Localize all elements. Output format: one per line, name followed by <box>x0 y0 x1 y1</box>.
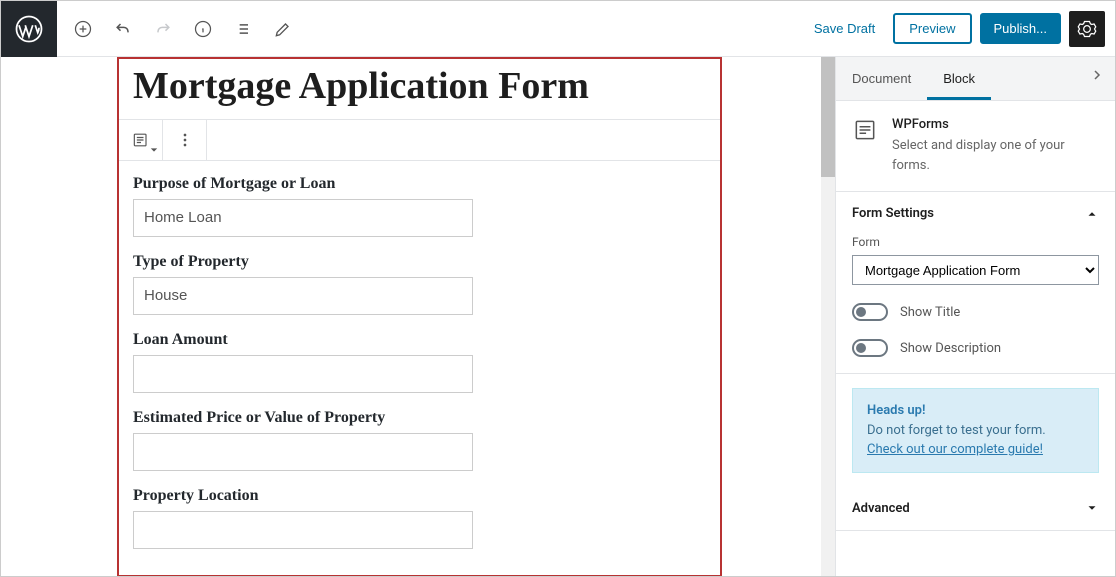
form-field: Loan Amount <box>133 331 706 393</box>
toggle-label: Show Title <box>900 305 960 320</box>
panel-advanced: Advanced <box>836 487 1115 531</box>
form-field: Estimated Price or Value of Property <box>133 409 706 471</box>
panel-title: Advanced <box>852 501 910 516</box>
add-block-button[interactable] <box>65 11 101 47</box>
notice-box: Heads up! Do not forget to test your for… <box>852 388 1099 473</box>
wpforms-icon <box>852 117 880 145</box>
editor-canvas: Mortgage Application Form Purpose of Mor… <box>1 57 835 576</box>
panel-header-form-settings[interactable]: Form Settings <box>836 192 1115 235</box>
field-input-amount[interactable] <box>133 355 473 393</box>
wordpress-logo[interactable] <box>1 1 57 57</box>
panel-form-settings: Form Settings Form Mortgage Application … <box>836 192 1115 374</box>
toggle-label: Show Description <box>900 341 1001 356</box>
form-field: Type of Property <box>133 253 706 315</box>
block-name: WPForms <box>892 117 1099 132</box>
block-description: Select and display one of your forms. <box>892 136 1099 175</box>
notice-body: Do not forget to test your form. <box>867 423 1046 438</box>
chevron-down-icon <box>1085 501 1099 515</box>
field-input-location[interactable] <box>133 511 473 549</box>
block-type-button[interactable] <box>119 120 163 160</box>
editor-scrollbar-thumb[interactable] <box>821 57 835 177</box>
toggle-show-title[interactable] <box>852 303 888 321</box>
field-input-type[interactable] <box>133 277 473 315</box>
form-field: Purpose of Mortgage or Loan <box>133 175 706 237</box>
preview-button[interactable]: Preview <box>893 13 971 44</box>
toolbar-left <box>57 1 309 56</box>
editor-topbar: Save Draft Preview Publish... <box>1 1 1115 57</box>
block-more-button[interactable] <box>163 120 207 160</box>
field-label: Loan Amount <box>133 331 706 349</box>
edit-button[interactable] <box>265 11 301 47</box>
page-title[interactable]: Mortgage Application Form <box>119 59 720 119</box>
toolbar-right: Save Draft Preview Publish... <box>804 11 1115 47</box>
main-area: Mortgage Application Form Purpose of Mor… <box>1 57 1115 576</box>
toggle-show-title-row: Show Title <box>852 303 1099 321</box>
tab-block[interactable]: Block <box>927 57 991 100</box>
undo-button[interactable] <box>105 11 141 47</box>
form-field: Property Location <box>133 487 706 549</box>
field-input-estimate[interactable] <box>133 433 473 471</box>
publish-button[interactable]: Publish... <box>980 13 1061 44</box>
field-label: Property Location <box>133 487 706 505</box>
form-select[interactable]: Mortgage Application Form <box>852 255 1099 285</box>
notice-link[interactable]: Check out our complete guide! <box>867 442 1043 457</box>
settings-sidebar: Document Block WPForms Select and displa… <box>835 57 1115 576</box>
toggle-show-description[interactable] <box>852 339 888 357</box>
block-toolbar <box>119 119 720 161</box>
toggle-show-description-row: Show Description <box>852 339 1099 357</box>
form-select-label: Form <box>852 235 1099 249</box>
tab-document[interactable]: Document <box>836 57 927 100</box>
sidebar-close-icon[interactable] <box>1079 57 1115 100</box>
redo-button[interactable] <box>145 11 181 47</box>
sidebar-tabs: Document Block <box>836 57 1115 101</box>
outline-button[interactable] <box>225 11 261 47</box>
panel-header-advanced[interactable]: Advanced <box>836 487 1115 530</box>
field-label: Purpose of Mortgage or Loan <box>133 175 706 193</box>
field-label: Estimated Price or Value of Property <box>133 409 706 427</box>
settings-gear-button[interactable] <box>1069 11 1105 47</box>
block-card: WPForms Select and display one of your f… <box>836 101 1115 192</box>
block-card-body: WPForms Select and display one of your f… <box>892 117 1099 175</box>
field-label: Type of Property <box>133 253 706 271</box>
selected-block[interactable]: Mortgage Application Form Purpose of Mor… <box>117 57 722 576</box>
panel-body: Form Mortgage Application Form Show Titl… <box>836 235 1115 373</box>
notice-heading: Heads up! <box>867 403 925 418</box>
save-draft-button[interactable]: Save Draft <box>804 13 885 44</box>
panel-title: Form Settings <box>852 206 934 221</box>
chevron-up-icon <box>1085 207 1099 221</box>
editor-scrollbar-track[interactable] <box>821 57 835 576</box>
info-button[interactable] <box>185 11 221 47</box>
form-preview: Purpose of Mortgage or Loan Type of Prop… <box>119 161 720 575</box>
field-input-purpose[interactable] <box>133 199 473 237</box>
